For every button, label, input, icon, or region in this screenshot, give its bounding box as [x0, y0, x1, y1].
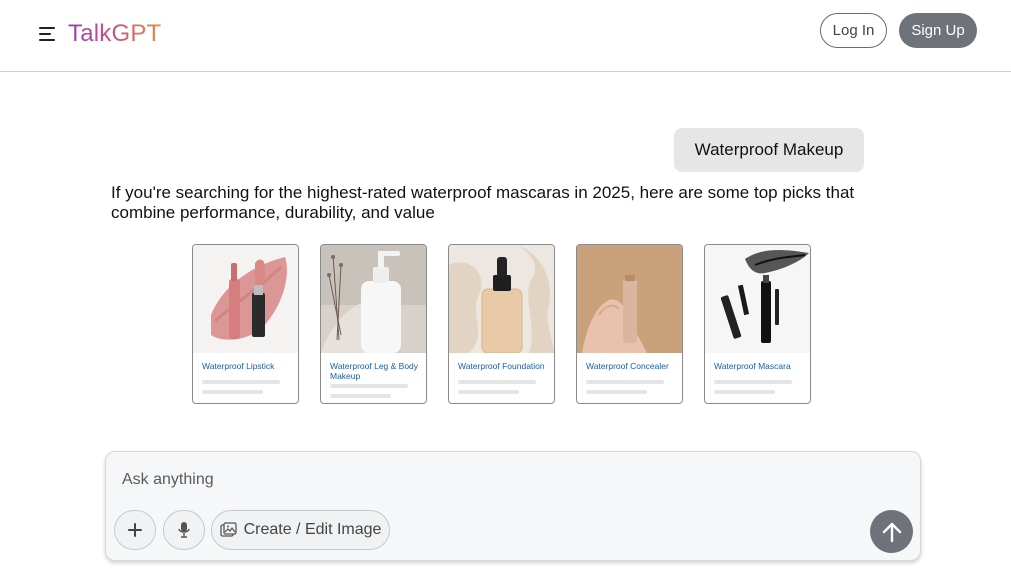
- product-card-title[interactable]: Waterproof Foundation: [458, 361, 550, 371]
- add-attachment-button[interactable]: [114, 510, 156, 550]
- signup-button[interactable]: Sign Up: [899, 13, 977, 48]
- product-card[interactable]: Waterproof Concealer: [576, 244, 683, 404]
- product-card-title[interactable]: Waterproof Leg & Body Makeup: [330, 361, 422, 381]
- mascara-image: [705, 245, 810, 353]
- placeholder-line: [714, 390, 775, 394]
- prompt-input[interactable]: [122, 468, 822, 492]
- top-bar: TalkGPT Log In Sign Up: [0, 0, 1011, 72]
- product-card-row: Waterproof Lipstick Waterproof Leg & Bod…: [192, 244, 832, 404]
- product-card-title[interactable]: Waterproof Lipstick: [202, 361, 294, 371]
- body-makeup-bottle-image: [321, 245, 426, 353]
- placeholder-line: [586, 380, 664, 384]
- product-card[interactable]: Waterproof Foundation: [448, 244, 555, 404]
- image-icon: [219, 522, 237, 537]
- placeholder-line: [586, 390, 647, 394]
- placeholder-line: [714, 380, 792, 384]
- create-edit-image-button[interactable]: Create / Edit Image: [211, 510, 390, 550]
- user-message-bubble: Waterproof Makeup: [674, 128, 864, 172]
- product-card-title[interactable]: Waterproof Concealer: [586, 361, 678, 371]
- assistant-answer-text: If you're searching for the highest-rate…: [111, 183, 855, 222]
- plus-icon: [128, 523, 142, 537]
- placeholder-line: [458, 390, 519, 394]
- hamburger-menu-icon[interactable]: [39, 27, 55, 41]
- create-edit-image-label: Create / Edit Image: [243, 521, 382, 538]
- microphone-icon: [178, 522, 190, 538]
- foundation-bottle-image: [449, 245, 554, 353]
- placeholder-line: [458, 380, 536, 384]
- chat-composer: Create / Edit Image: [105, 451, 921, 561]
- app-logo[interactable]: TalkGPT: [68, 20, 161, 48]
- login-button[interactable]: Log In: [820, 13, 887, 48]
- lipstick-image: [193, 245, 298, 353]
- arrow-up-icon: [882, 522, 901, 542]
- placeholder-line: [202, 390, 263, 394]
- concealer-in-hand-image: [577, 245, 682, 353]
- placeholder-line: [330, 394, 391, 398]
- product-card[interactable]: Waterproof Mascara: [704, 244, 811, 404]
- placeholder-line: [202, 380, 280, 384]
- product-card[interactable]: Waterproof Lipstick: [192, 244, 299, 404]
- product-card-title[interactable]: Waterproof Mascara: [714, 361, 806, 371]
- product-card[interactable]: Waterproof Leg & Body Makeup: [320, 244, 427, 404]
- placeholder-line: [330, 384, 408, 388]
- voice-input-button[interactable]: [163, 510, 205, 550]
- send-button[interactable]: [870, 510, 913, 553]
